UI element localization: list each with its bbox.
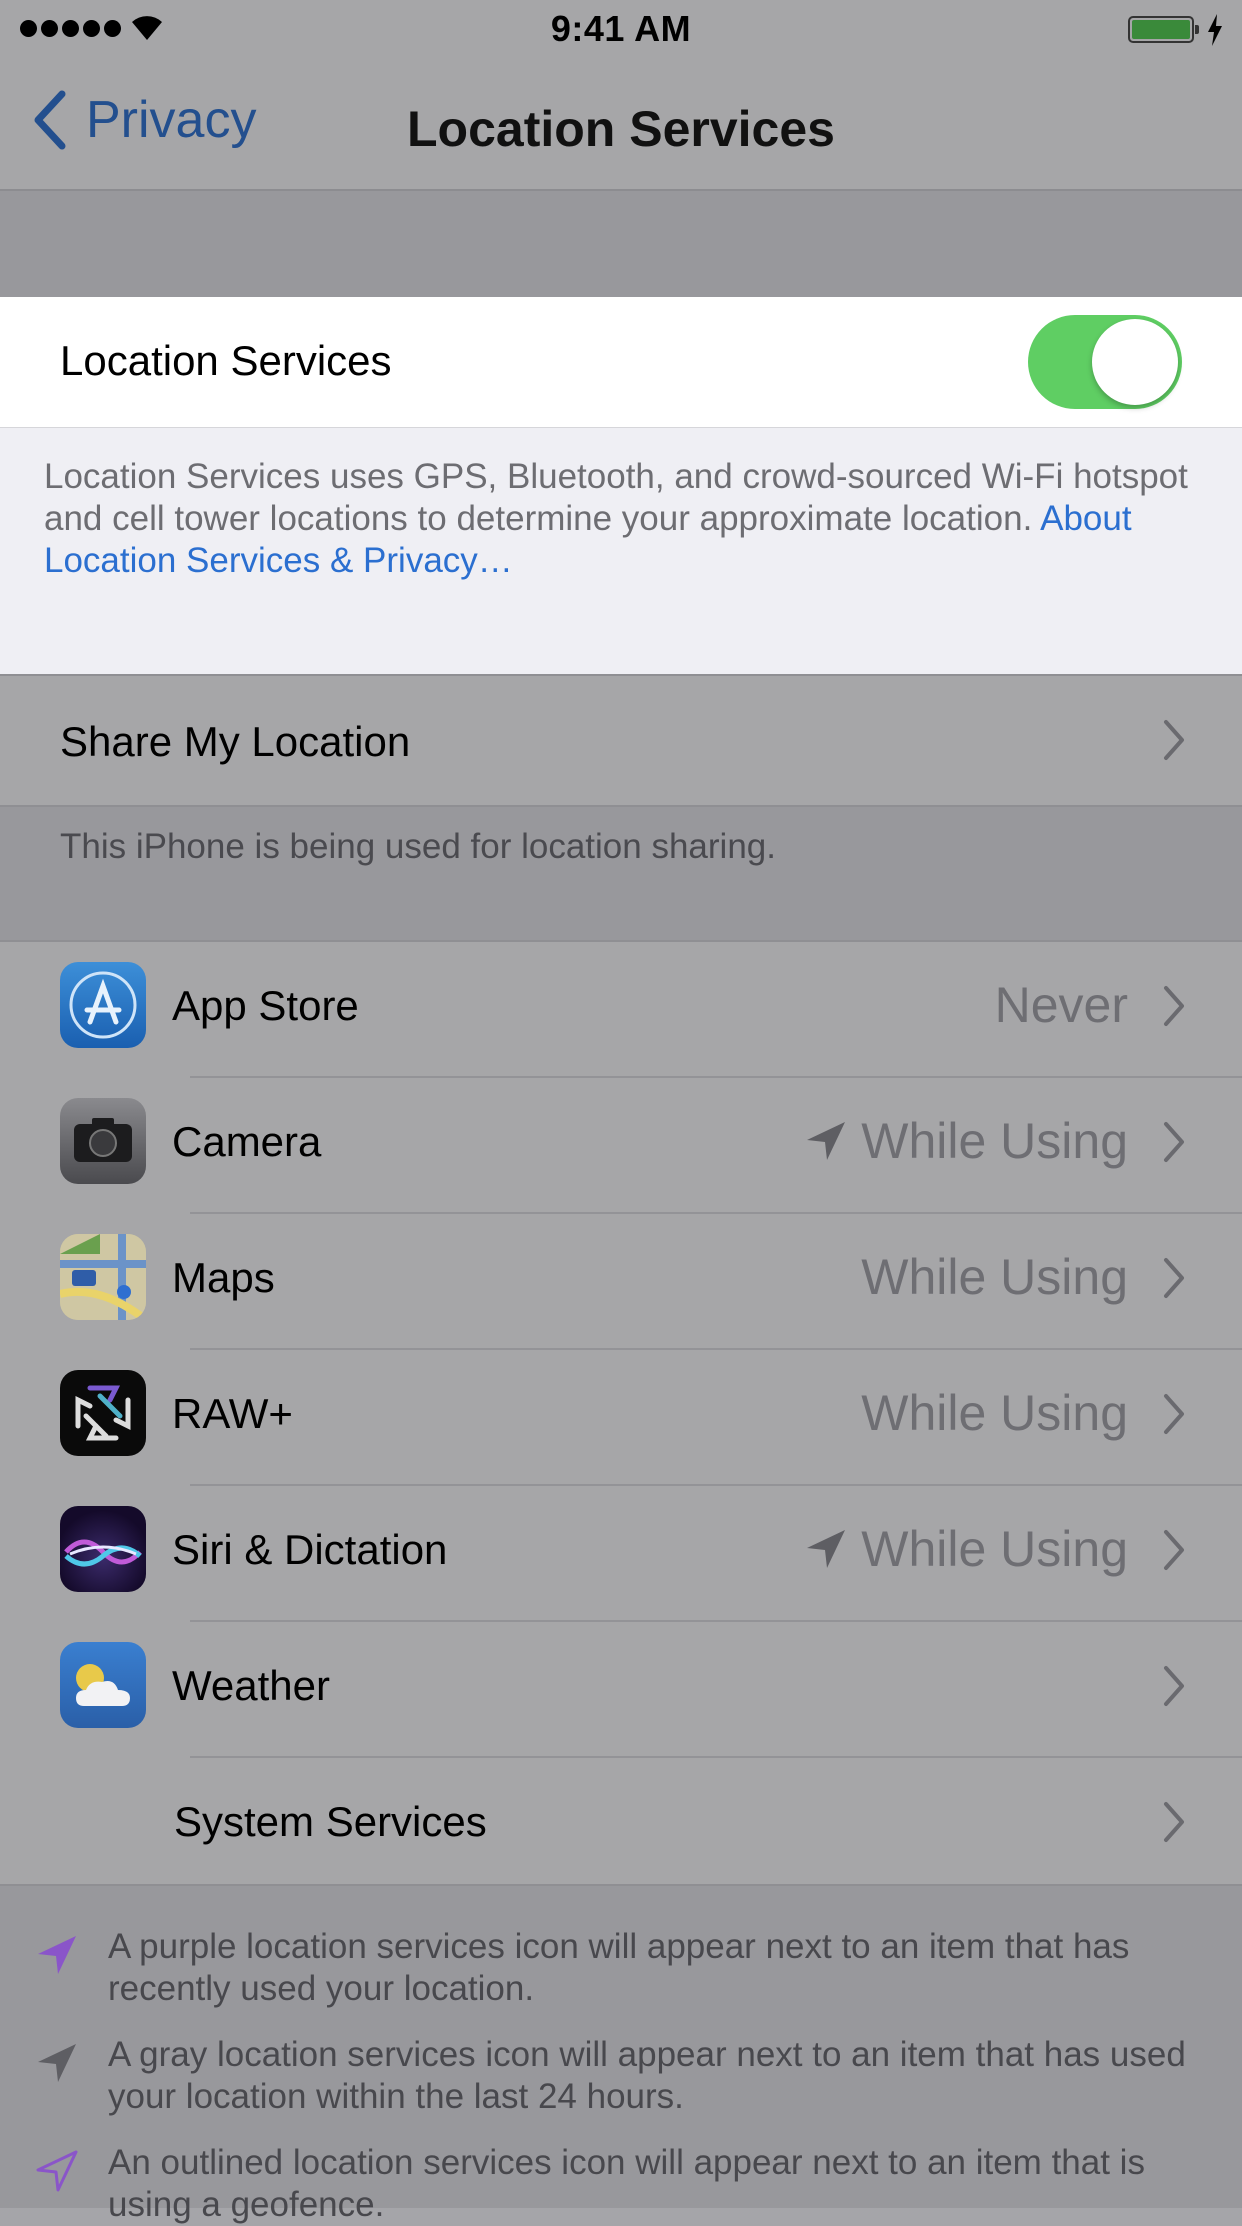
navigation-bar: Privacy Location Services xyxy=(0,60,1242,191)
location-arrow-icon xyxy=(807,1530,846,1568)
location-services-toggle-row: Location Services xyxy=(0,297,1242,428)
list-item-siri-dictation[interactable]: Siri & Dictation While Using xyxy=(0,1486,1242,1622)
status-time: 9:41 AM xyxy=(550,8,692,49)
chevron-right-icon xyxy=(1164,1802,1184,1842)
switch-knob xyxy=(1092,319,1178,405)
share-my-location-label: Share My Location xyxy=(60,718,411,765)
app-name: App Store xyxy=(172,982,359,1029)
purple-location-arrow-icon xyxy=(38,1936,76,1974)
list-item-weather[interactable]: Weather xyxy=(0,1622,1242,1758)
app-name: System Services xyxy=(174,1798,487,1845)
list-item-app-store[interactable]: App Store Never xyxy=(0,942,1242,1078)
chevron-right-icon xyxy=(1164,1394,1184,1434)
location-arrow-icon xyxy=(807,1122,846,1160)
app-status: While Using xyxy=(861,1248,1128,1306)
section-spacer xyxy=(0,191,1242,297)
status-value: Never xyxy=(994,977,1128,1033)
chevron-right-icon xyxy=(1164,720,1184,760)
description-panel: Location Services uses GPS, Bluetooth, a… xyxy=(0,428,1242,674)
status-value: While Using xyxy=(861,1521,1128,1577)
toggle-label: Location Services xyxy=(60,337,392,384)
gray-location-arrow-icon xyxy=(38,2044,76,2082)
legend-footer: A purple location services icon will app… xyxy=(0,1886,1242,2224)
share-note-area: This iPhone is being used for location s… xyxy=(0,807,1242,940)
app-status: While Using xyxy=(805,1520,1128,1578)
chevron-right-icon xyxy=(1164,1666,1184,1706)
share-note: This iPhone is being used for location s… xyxy=(60,827,776,866)
description-body: Location Services uses GPS, Bluetooth, a… xyxy=(44,457,1188,538)
battery-icon xyxy=(1128,16,1199,43)
chevron-right-icon xyxy=(1164,1122,1184,1162)
app-name: Camera xyxy=(172,1118,322,1165)
status-bar: 9:41 AM xyxy=(0,0,1242,60)
status-value: While Using xyxy=(861,1385,1128,1441)
chevron-right-icon xyxy=(1164,1258,1184,1298)
siri-icon xyxy=(60,1506,146,1592)
status-value: While Using xyxy=(861,1113,1128,1169)
raw-plus-icon xyxy=(60,1370,146,1456)
list-item-maps[interactable]: Maps While Using xyxy=(0,1214,1242,1350)
app-name: Maps xyxy=(172,1254,275,1301)
app-list: App Store Never Camera While Using Maps … xyxy=(0,940,1242,1886)
legend-text: A purple location services icon will app… xyxy=(108,1927,1130,2008)
maps-icon xyxy=(60,1234,146,1320)
page-title: Location Services xyxy=(407,101,835,157)
app-store-icon xyxy=(60,962,146,1048)
chevron-right-icon xyxy=(1164,986,1184,1026)
app-status: While Using xyxy=(805,1112,1128,1170)
location-services-switch[interactable] xyxy=(1028,315,1182,409)
status-value: While Using xyxy=(861,1249,1128,1305)
app-name: Siri & Dictation xyxy=(172,1526,448,1573)
app-name: Weather xyxy=(172,1662,330,1709)
weather-icon xyxy=(60,1642,146,1728)
list-item-raw-plus[interactable]: RAW+ While Using xyxy=(0,1350,1242,1486)
app-status: While Using xyxy=(861,1384,1128,1442)
description-text: Location Services uses GPS, Bluetooth, a… xyxy=(44,456,1204,582)
charging-bolt-icon xyxy=(1208,14,1222,46)
outlined-location-arrow-icon xyxy=(36,2150,78,2192)
list-item-camera[interactable]: Camera While Using xyxy=(0,1078,1242,1214)
legend-text: A gray location services icon will appea… xyxy=(108,2035,1186,2116)
camera-icon xyxy=(60,1098,146,1184)
legend-text: An outlined location services icon will … xyxy=(108,2143,1145,2224)
app-name: RAW+ xyxy=(172,1390,293,1437)
app-status: Never xyxy=(995,976,1128,1034)
share-my-location-row[interactable]: Share My Location xyxy=(0,674,1242,807)
list-item-system-services[interactable]: System Services xyxy=(0,1758,1242,1894)
chevron-right-icon xyxy=(1164,1530,1184,1570)
